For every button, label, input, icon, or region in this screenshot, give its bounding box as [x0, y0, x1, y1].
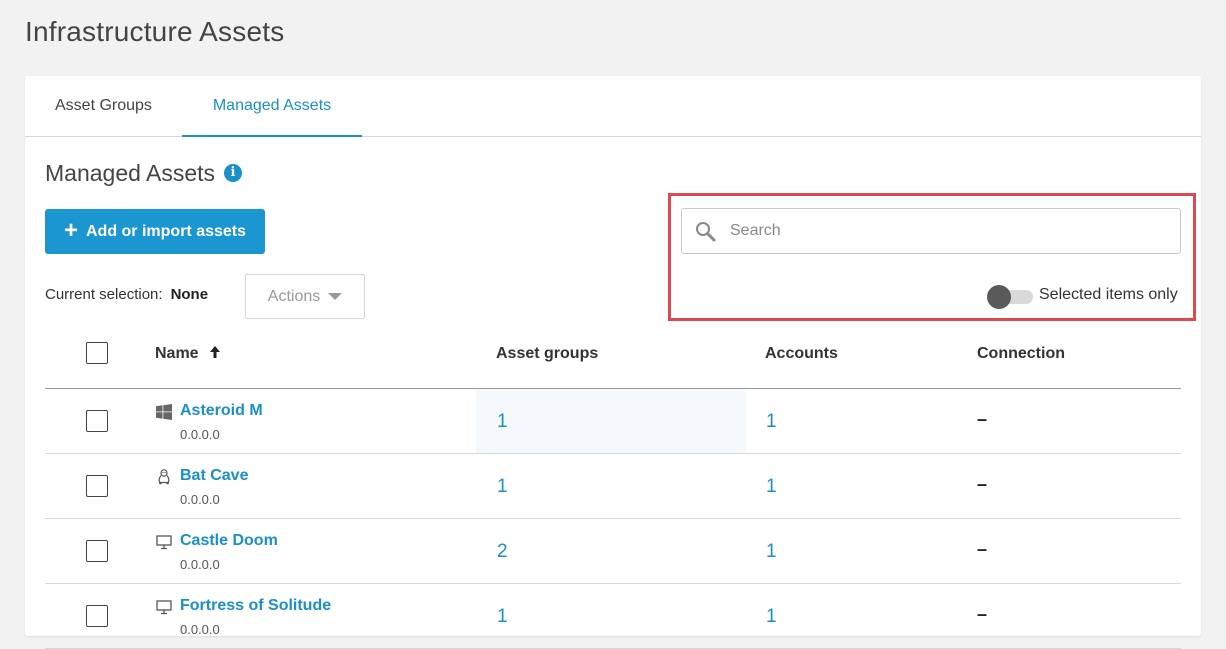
- section-title: Managed Assets: [45, 160, 216, 186]
- row-checkbox[interactable]: [86, 605, 108, 627]
- column-header-name[interactable]: Name: [155, 329, 221, 379]
- asset-ip: 0.0.0.0: [180, 492, 220, 507]
- monitor-icon: [156, 535, 172, 550]
- column-label-name: Name: [155, 345, 199, 362]
- asset-groups-count[interactable]: 2: [497, 541, 508, 563]
- caret-down-icon: [328, 293, 343, 300]
- add-button-label: Add or import assets: [85, 222, 247, 240]
- current-selection: Current selection: None: [45, 286, 208, 303]
- search-icon: [696, 222, 716, 242]
- accounts-count[interactable]: 1: [766, 411, 777, 433]
- asset-name-link[interactable]: Asteroid M: [180, 402, 263, 420]
- row-checkbox[interactable]: [86, 540, 108, 562]
- accounts-count[interactable]: 1: [766, 606, 777, 628]
- connection-status: –: [977, 539, 988, 559]
- table-row[interactable]: Bat Cave 0.0.0.0 1 1 –: [45, 454, 1181, 519]
- asset-ip: 0.0.0.0: [180, 557, 220, 572]
- tab-managed-assets[interactable]: Managed Assets: [182, 76, 362, 137]
- accounts-count[interactable]: 1: [766, 476, 777, 498]
- asset-name-link[interactable]: Fortress of Solitude: [180, 597, 331, 615]
- actions-label: Actions: [267, 287, 321, 305]
- asset-name-link[interactable]: Castle Doom: [180, 532, 278, 550]
- current-selection-value: None: [170, 286, 209, 303]
- row-checkbox[interactable]: [86, 475, 108, 497]
- asset-ip: 0.0.0.0: [180, 622, 220, 637]
- connection-status: –: [977, 409, 988, 429]
- info-icon[interactable]: i: [224, 164, 242, 182]
- tab-asset-groups[interactable]: Asset Groups: [55, 76, 152, 137]
- current-selection-label: Current selection:: [45, 286, 163, 303]
- windows-icon: [156, 404, 172, 420]
- selected-items-only-toggle[interactable]: [987, 285, 1033, 309]
- linux-icon: [158, 469, 170, 485]
- selected-items-only-label: Selected items only: [1039, 286, 1178, 303]
- search-box[interactable]: [681, 208, 1181, 254]
- asset-ip: 0.0.0.0: [180, 427, 220, 442]
- monitor-icon: [156, 600, 172, 615]
- plus-icon: +: [63, 216, 78, 244]
- table-header: Name Asset groups Accounts Connection: [45, 329, 1181, 389]
- column-header-asset-groups[interactable]: Asset groups: [496, 329, 598, 379]
- asset-groups-count[interactable]: 1: [497, 476, 508, 498]
- tab-bar: Asset Groups Managed Assets: [25, 76, 1201, 137]
- sort-ascending-icon: [210, 346, 221, 358]
- page-title: Infrastructure Assets: [25, 16, 285, 47]
- select-all-checkbox[interactable]: [86, 342, 108, 364]
- connection-status: –: [977, 474, 988, 494]
- managed-assets-card: Asset Groups Managed Assets Managed Asse…: [25, 76, 1201, 649]
- asset-groups-count[interactable]: 1: [497, 411, 508, 433]
- add-or-import-assets-button[interactable]: + Add or import assets: [45, 209, 265, 254]
- search-input[interactable]: [730, 209, 1170, 253]
- column-header-connection[interactable]: Connection: [977, 329, 1065, 379]
- hover-cell-highlight: [476, 389, 746, 453]
- accounts-count[interactable]: 1: [766, 541, 777, 563]
- column-header-accounts[interactable]: Accounts: [765, 329, 838, 379]
- asset-name-link[interactable]: Bat Cave: [180, 467, 248, 485]
- actions-dropdown[interactable]: Actions: [245, 274, 365, 319]
- table-row[interactable]: Castle Doom 0.0.0.0 2 1 –: [45, 519, 1181, 584]
- toggle-knob: [987, 285, 1011, 309]
- asset-groups-count[interactable]: 1: [497, 606, 508, 628]
- table-row[interactable]: Fortress of Solitude 0.0.0.0 1 1 –: [45, 584, 1181, 649]
- row-checkbox[interactable]: [86, 410, 108, 432]
- table-row[interactable]: Asteroid M 0.0.0.0 1 1 –: [45, 389, 1181, 454]
